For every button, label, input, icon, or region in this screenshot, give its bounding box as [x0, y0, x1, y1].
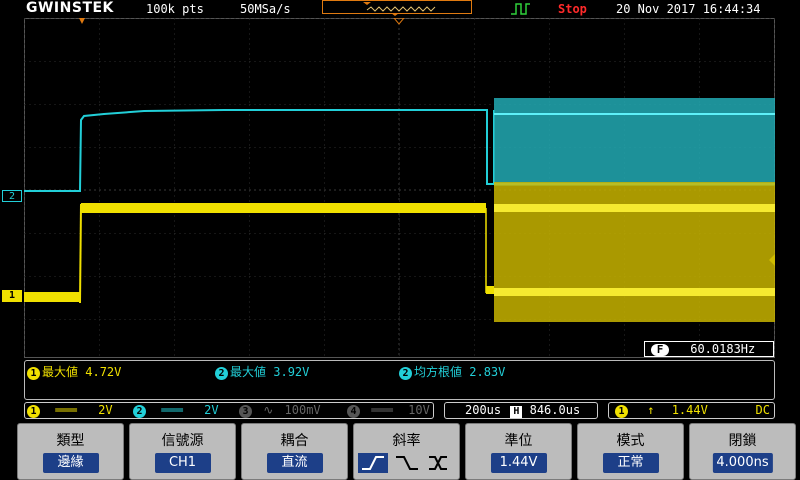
frequency-counter: F 60.0183Hz: [644, 341, 774, 357]
menu-label: 類型: [56, 433, 85, 449]
menu-holdoff-button[interactable]: 閉鎖 4.000ns: [689, 423, 796, 480]
either-slope-icon[interactable]: [426, 453, 456, 473]
measurement-value: 3.92V: [273, 365, 310, 379]
top-status-bar: GWINSTEK 100k pts 50MSa/s Stop 20 Nov 20…: [0, 0, 800, 18]
run-stop-indicator[interactable]: Stop: [558, 2, 587, 16]
ch4-num-icon: 4: [347, 405, 360, 418]
frequency-value: 60.0183Hz: [690, 342, 756, 356]
measurement-panel: 1 最大値 4.72V 2 最大値 3.92V 2 均方根値 2.83V: [24, 360, 775, 400]
timebase-value: 200us: [465, 403, 502, 417]
ch3-num-icon: 3: [239, 405, 252, 418]
menu-value: 1.44V: [490, 453, 547, 473]
trigger-coupling: DC: [755, 403, 770, 417]
menu-source-button[interactable]: 信號源 CH1: [129, 423, 236, 480]
dc-coupling-icon: ═══: [55, 403, 77, 417]
ch1-ground-marker[interactable]: 1: [2, 290, 22, 302]
overview-wave-icon: [363, 2, 436, 16]
ch2-badge-icon: 2: [399, 367, 412, 380]
ch2-scale: 2V: [204, 403, 219, 417]
ch1-scale: 2V: [98, 403, 113, 417]
menu-label: 信號源: [161, 433, 204, 449]
ch2-num-icon: 2: [133, 405, 146, 418]
ac-coupling-icon: ∿: [263, 403, 274, 417]
menu-label: 閉鎖: [728, 433, 757, 449]
measurement-label: 均方根値: [414, 365, 463, 379]
trigger-status[interactable]: 1 ↑ 1.44V DC: [608, 402, 775, 419]
menu-coupling-button[interactable]: 耦合 直流: [241, 423, 348, 480]
measurement-value: 4.72V: [85, 365, 122, 379]
record-length: 100k pts: [146, 2, 204, 16]
menu-label: 斜率: [392, 433, 421, 449]
menu-label: 準位: [504, 433, 533, 449]
ch4-scale: 10V: [408, 403, 430, 417]
measurement-value: 2.83V: [469, 365, 506, 379]
falling-slope-icon[interactable]: [392, 453, 422, 473]
menu-value: 正常: [602, 453, 659, 473]
ch3-status[interactable]: 3 ∿ 100mV: [239, 403, 321, 418]
menu-value: 直流: [266, 453, 323, 473]
menu-value: 邊緣: [42, 453, 99, 473]
menu-slope-button[interactable]: 斜率: [353, 423, 460, 480]
waveform-canvas: [24, 18, 775, 358]
menu-level-button[interactable]: 準位 1.44V: [465, 423, 572, 480]
menu-mode-button[interactable]: 模式 正常: [577, 423, 684, 480]
ch3-scale: 100mV: [284, 403, 321, 417]
measurement-label: 最大値: [42, 365, 79, 379]
menu-value: CH1: [154, 453, 211, 473]
ch1-num-icon: 1: [27, 405, 40, 418]
timebase-status[interactable]: 200us H 846.0us: [444, 402, 598, 419]
frequency-icon: F: [651, 344, 669, 356]
ch2-ground-marker[interactable]: 2: [2, 190, 22, 202]
trigger-source-icon: 1: [615, 405, 628, 418]
measurement-1: 1 最大値 4.72V: [27, 363, 121, 380]
brand-logo: GWINSTEK: [26, 0, 114, 16]
ch4-status[interactable]: 4 ═══ 10V: [347, 403, 430, 418]
rising-edge-icon: ↑: [647, 403, 655, 417]
menu-value: 4.000ns: [712, 453, 773, 473]
measurement-label: 最大値: [230, 365, 267, 379]
menu-label: 模式: [616, 433, 645, 449]
ch2-badge-icon: 2: [215, 367, 228, 380]
menu-label: 耦合: [280, 433, 309, 449]
measurement-3: 2 均方根値 2.83V: [399, 363, 505, 380]
dc-coupling-icon: ═══: [161, 403, 183, 417]
waveform-overview: [322, 0, 472, 16]
rising-slope-icon[interactable]: [358, 453, 388, 473]
ch2-status[interactable]: 2 ═══ 2V: [133, 403, 219, 418]
horizontal-position-icon: H: [510, 406, 523, 418]
channel-status-bar: 1 ═══ 2V 2 ═══ 2V 3 ∿ 100mV 4 ═══ 10V: [24, 402, 434, 419]
dc-coupling-icon: ═══: [371, 403, 393, 417]
softkey-menu: 類型 邊緣 信號源 CH1 耦合 直流 斜率 準位 1.44V 模式 正常 閉鎖: [17, 423, 800, 480]
slope-options: [358, 453, 456, 473]
sample-rate: 50MSa/s: [240, 2, 291, 16]
measurement-2: 2 最大値 3.92V: [215, 363, 309, 380]
ch1-badge-icon: 1: [27, 367, 40, 380]
horizontal-position-value: 846.0us: [529, 403, 581, 417]
trigger-level: 1.44V: [671, 403, 708, 417]
ch1-status[interactable]: 1 ═══ 2V: [27, 403, 113, 418]
menu-type-button[interactable]: 類型 邊緣: [17, 423, 124, 480]
trigger-status-icon: [511, 3, 530, 15]
date-time: 20 Nov 2017 16:44:34: [616, 2, 761, 16]
